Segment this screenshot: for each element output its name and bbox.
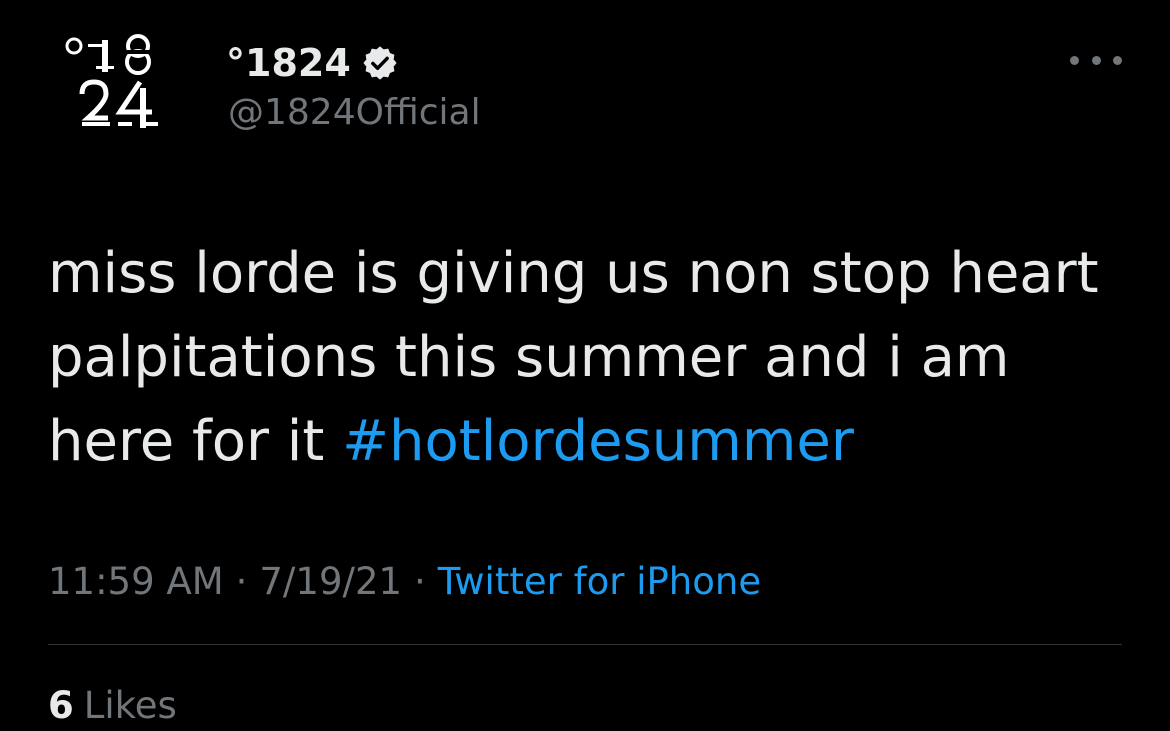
tweet-date[interactable]: 7/19/21 [259, 560, 402, 603]
author-name-row[interactable]: °1824 [226, 36, 399, 90]
likes-label: Likes [83, 683, 177, 727]
tweet-text-line: here for it #hotlordesummer [48, 400, 1138, 484]
author-handle[interactable]: @1824Official [228, 92, 481, 133]
tweet-time[interactable]: 11:59 AM [48, 560, 224, 603]
more-options-button[interactable] [1070, 46, 1122, 74]
tweet-source-link[interactable]: Twitter for iPhone [438, 560, 761, 603]
divider [48, 644, 1122, 645]
likes-stat[interactable]: 6 Likes [48, 680, 177, 730]
meta-separator: · [235, 559, 248, 603]
more-horizontal-icon [1091, 55, 1101, 65]
1824-logo-icon [65, 34, 158, 128]
tweet-text: miss lorde is giving us non stop heart p… [48, 232, 1138, 484]
display-name[interactable]: °1824 [226, 41, 351, 85]
tweet-meta: 11:59 AM · 7/19/21 · Twitter for iPhone [48, 554, 761, 608]
more-horizontal-icon [1113, 55, 1122, 65]
meta-separator: · [414, 559, 426, 603]
tweet-text-line: miss lorde is giving us non stop heart [48, 241, 1099, 306]
more-horizontal-icon [1070, 55, 1079, 65]
avatar[interactable] [48, 28, 184, 164]
verified-badge-icon [361, 44, 399, 82]
likes-count: 6 [48, 683, 74, 727]
tweet-text-line-part: here for it [48, 409, 343, 474]
hashtag-link[interactable]: #hotlordesummer [342, 409, 854, 474]
tweet-text-line: palpitations this summer and i am [48, 325, 1010, 390]
